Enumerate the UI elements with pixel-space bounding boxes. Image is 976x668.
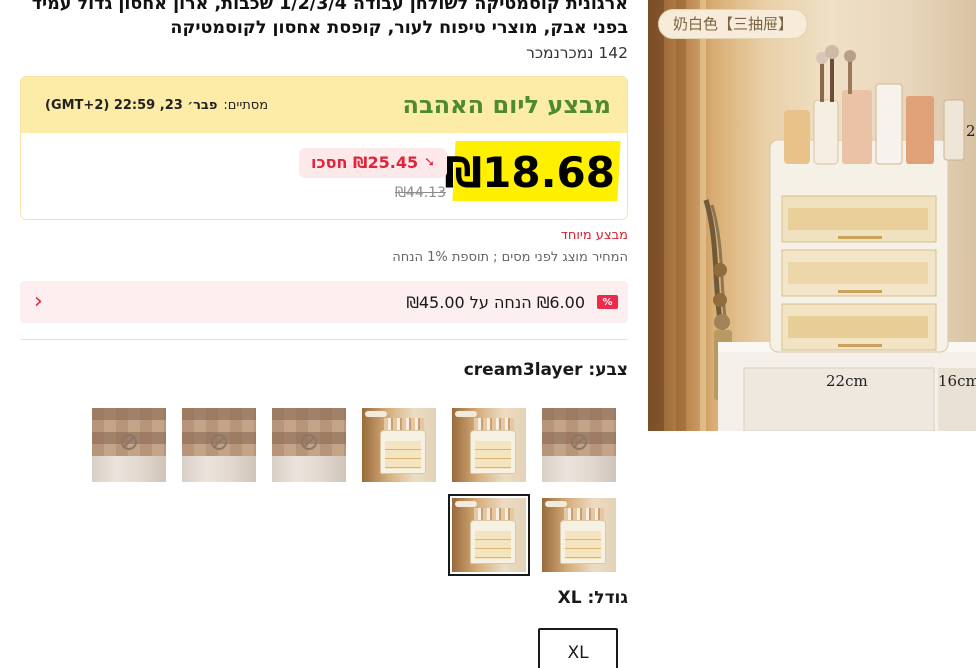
savings-text: ₪25.45 חסכו	[311, 153, 419, 172]
deal-countdown: מסתיים: פבר׳ 23, 22:59 (GMT+2)	[45, 98, 268, 113]
swatch-tag	[365, 411, 387, 417]
swatch-tag	[455, 411, 477, 417]
special-offer-label: מבצע מיוחד	[560, 228, 628, 243]
coupon-banner[interactable]: % ₪6.00 הנחה על ₪45.00 ‹	[20, 281, 628, 323]
arrow-down-icon: ➘	[424, 155, 435, 170]
unavailable-icon	[121, 434, 137, 450]
savings-badge: ➘ ₪25.45 חסכו	[299, 148, 447, 178]
deal-ends-label: מסתיים:	[223, 97, 269, 113]
deal-panel: מבצע ליום האהבה מסתיים: פבר׳ 23, 22:59 (…	[20, 76, 628, 220]
product-info-column: ארגונית קוסמטיקה לשולחן עבודה 1/2/3/4 שכ…	[20, 0, 628, 384]
size-label: גודל: XL	[20, 588, 628, 608]
color-selected-value: cream3layer	[463, 360, 583, 380]
deal-ends-value: פבר׳ 23, 22:59 (GMT+2)	[45, 97, 218, 113]
deal-title: מבצע ליום האהבה	[402, 91, 611, 119]
color-swatch-unavailable[interactable]	[272, 408, 346, 482]
color-swatch-selected[interactable]	[448, 494, 530, 576]
sold-count: 142 נמכרנמכר	[526, 44, 628, 62]
color-swatch-unavailable[interactable]	[542, 408, 616, 482]
current-price: ₪18.68	[444, 148, 615, 197]
color-swatch[interactable]	[452, 408, 526, 482]
color-label-text: צבע:	[588, 360, 628, 380]
color-swatch[interactable]	[362, 408, 436, 482]
chevron-left-icon[interactable]: ‹	[34, 291, 43, 313]
original-price: ₪44.13	[394, 185, 446, 201]
swatch-organizer	[470, 430, 516, 474]
size-selected-value: XL	[557, 588, 582, 608]
unavailable-icon	[301, 434, 317, 450]
deal-header: מבצע ליום האהבה מסתיים: פבר׳ 23, 22:59 (…	[21, 77, 627, 133]
deal-price-area: ₪18.68 ➘ ₪25.45 חסכו ₪44.13	[21, 133, 627, 219]
color-swatch[interactable]	[542, 498, 616, 572]
percent-icon: %	[597, 295, 618, 309]
color-label: צבע: cream3layer	[20, 360, 628, 384]
size-option-button[interactable]: XL	[538, 628, 618, 668]
dimension-depth-label: 16cm	[938, 372, 976, 390]
unavailable-icon	[211, 434, 227, 450]
color-swatch-unavailable[interactable]	[92, 408, 166, 482]
divider	[20, 339, 628, 340]
dimension-edge-label: 2	[966, 122, 976, 140]
product-photo-illustration	[648, 0, 976, 431]
coupon-text: ₪6.00 הנחה על ₪45.00	[406, 292, 585, 312]
swatch-tag	[545, 501, 567, 507]
swatch-organizer	[560, 520, 606, 564]
tax-note: המחיר מוצג לפני מסים ; תוספת 1% הנחה	[392, 250, 628, 265]
swatch-organizer	[470, 520, 516, 564]
unavailable-icon	[571, 434, 587, 450]
swatch-organizer	[380, 430, 426, 474]
product-main-image[interactable]: 奶白色【三抽屉】 22cm 16cm 2	[648, 0, 976, 431]
size-label-text: גודל:	[587, 588, 628, 608]
variant-badge: 奶白色【三抽屉】	[658, 9, 809, 39]
coupon-content: % ₪6.00 הנחה על ₪45.00	[406, 293, 618, 312]
dimension-width-label: 22cm	[826, 372, 868, 390]
swatch-tag	[455, 501, 477, 507]
color-swatch-unavailable[interactable]	[182, 408, 256, 482]
product-title: ארגונית קוסמטיקה לשולחן עבודה 1/2/3/4 שכ…	[31, 0, 628, 36]
